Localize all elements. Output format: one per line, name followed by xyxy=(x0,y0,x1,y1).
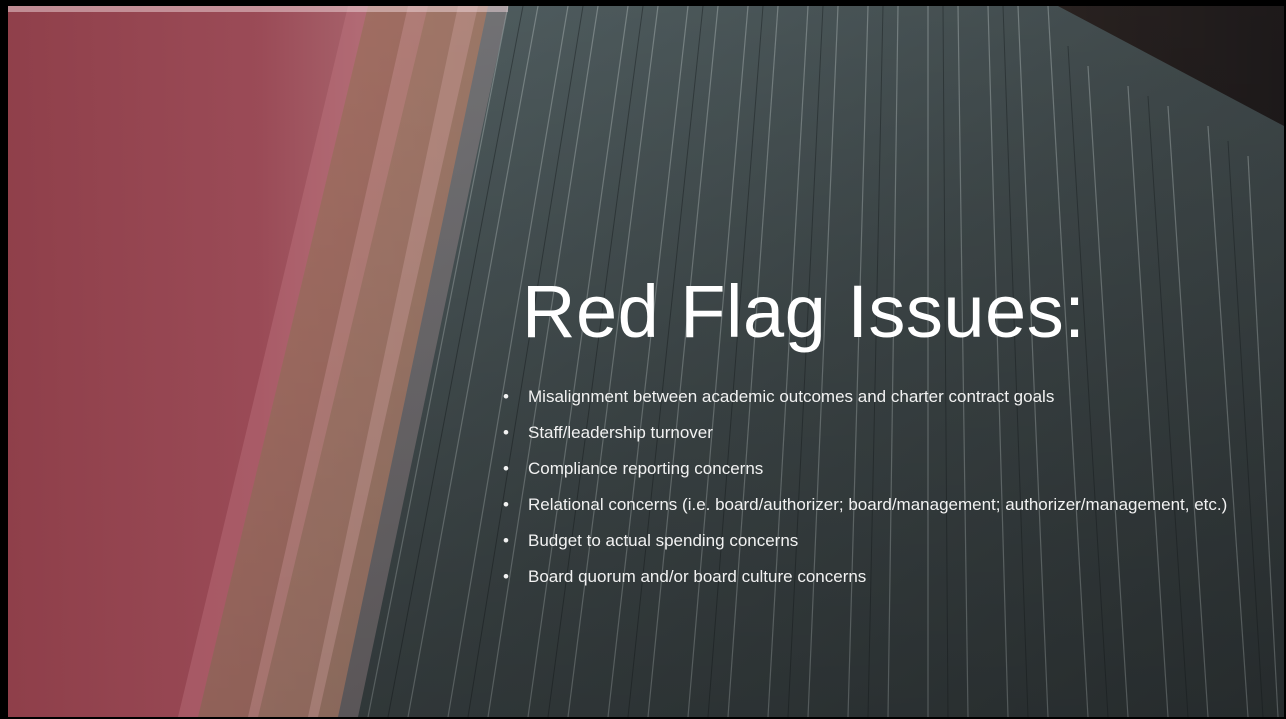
bullet-item: • Staff/leadership turnover xyxy=(500,422,1260,444)
bullet-item: • Compliance reporting concerns xyxy=(500,458,1260,480)
bullet-icon: • xyxy=(503,423,509,442)
bullet-icon: • xyxy=(503,387,509,406)
bullet-icon: • xyxy=(503,495,509,514)
bullet-text: Compliance reporting concerns xyxy=(528,459,764,478)
bullet-text: Budget to actual spending concerns xyxy=(528,531,799,550)
slide: Red Flag Issues: • Misalignment between … xyxy=(8,6,1284,717)
bullet-icon: • xyxy=(503,567,509,586)
bullet-text: Staff/leadership turnover xyxy=(528,423,713,442)
bullet-icon: • xyxy=(503,531,509,550)
bullet-text: Board quorum and/or board culture concer… xyxy=(528,567,867,586)
bullet-item: • Budget to actual spending concerns xyxy=(500,530,1260,552)
bullet-list: • Misalignment between academic outcomes… xyxy=(500,386,1260,602)
slide-title: Red Flag Issues: xyxy=(522,270,1086,353)
bullet-icon: • xyxy=(503,459,509,478)
bullet-item: • Misalignment between academic outcomes… xyxy=(500,386,1260,408)
bullet-item: • Board quorum and/or board culture conc… xyxy=(500,566,1260,588)
book-pages-background-image xyxy=(8,6,1284,717)
bullet-text: Relational concerns (i.e. board/authoriz… xyxy=(528,495,1228,514)
bullet-item: • Relational concerns (i.e. board/author… xyxy=(500,494,1260,516)
bullet-text: Misalignment between academic outcomes a… xyxy=(528,387,1055,406)
